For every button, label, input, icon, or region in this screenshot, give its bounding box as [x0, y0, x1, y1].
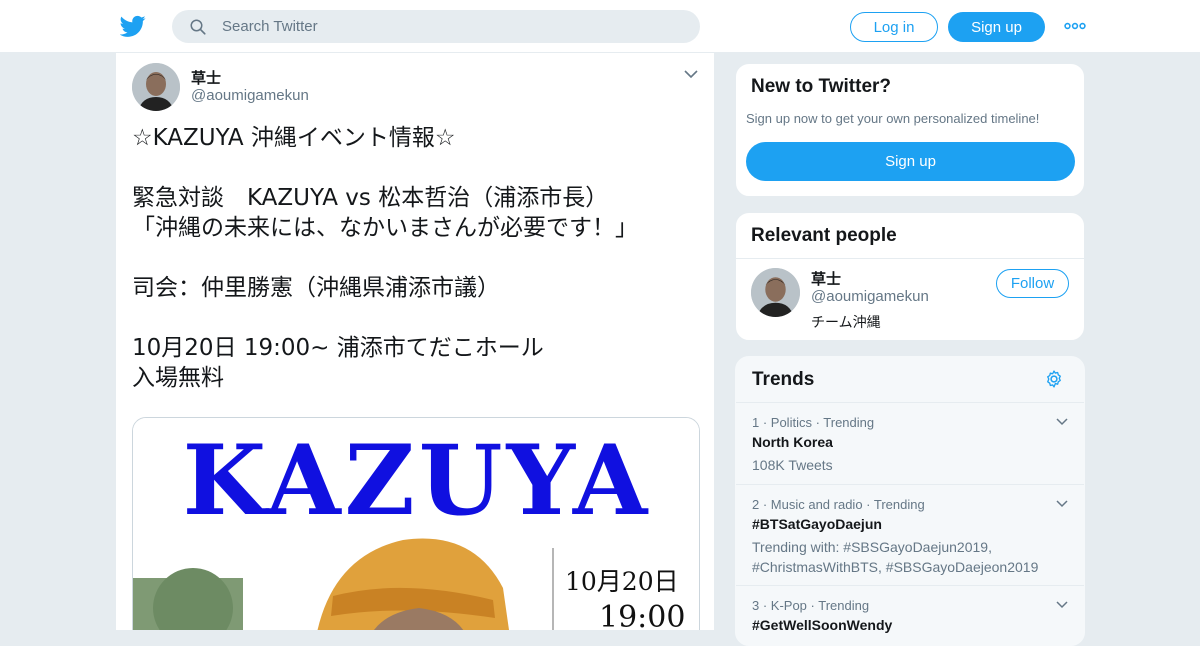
new-to-twitter-subtext: Sign up now to get your own personalized…	[746, 111, 1040, 126]
media-time-text: 19:00	[599, 600, 686, 630]
tweet-text: ☆KAZUYA 沖縄イベント情報☆ 緊急対談 KAZUYA vs 松本哲治（浦添…	[132, 125, 638, 391]
media-date-text: 10月20日	[565, 567, 679, 596]
media-title-text: KAZUYA	[182, 424, 652, 537]
chevron-down-icon[interactable]	[1056, 601, 1068, 609]
trend-meta: 3 · K-Pop · Trending	[752, 598, 870, 613]
relevant-people-card: Relevant people 草士 @aoumigamekun チーム沖縄 F…	[735, 212, 1085, 341]
trend-item[interactable]: 3 · K-Pop · Trending #GetWellSoonWendy	[736, 585, 1084, 645]
person-name[interactable]: 草士	[811, 268, 841, 289]
new-to-twitter-heading: New to Twitter?	[751, 76, 892, 97]
author-name[interactable]: 草士	[191, 67, 221, 88]
avatar-image	[751, 268, 800, 317]
login-button[interactable]: Log in	[850, 12, 938, 42]
search-bar[interactable]	[172, 10, 700, 43]
chevron-down-icon[interactable]	[1056, 500, 1068, 508]
search-icon	[190, 19, 206, 35]
trend-meta: 1 · Politics · Trending	[752, 415, 875, 430]
trends-card: Trends 1 · Politics · Trending North Kor…	[735, 356, 1085, 646]
signup-button[interactable]: Sign up	[948, 12, 1045, 42]
trend-name[interactable]: #GetWellSoonWendy	[752, 617, 892, 633]
avatar-image	[132, 63, 180, 111]
search-input[interactable]	[222, 18, 662, 35]
trends-heading: Trends	[752, 369, 815, 390]
person-handle[interactable]: @aoumigamekun	[811, 288, 929, 305]
trend-item[interactable]: 1 · Politics · Trending North Korea 108K…	[736, 402, 1084, 484]
author-handle[interactable]: @aoumigamekun	[191, 87, 309, 104]
trend-subtext: Trending with: #SBSGayoDaejun2019, #Chri…	[752, 539, 1039, 575]
twitter-bird-icon[interactable]	[120, 13, 146, 39]
relevant-people-heading: Relevant people	[751, 225, 897, 246]
trend-name[interactable]: North Korea	[752, 434, 833, 450]
person-bio: チーム沖縄	[811, 314, 881, 330]
chevron-down-icon[interactable]	[1056, 418, 1068, 426]
chevron-down-icon[interactable]	[684, 69, 698, 79]
top-navigation-bar: Log in Sign up	[0, 0, 1200, 53]
trend-item[interactable]: 2 · Music and radio · Trending #BTSatGay…	[736, 484, 1084, 585]
new-to-twitter-card: New to Twitter? Sign up now to get your …	[735, 63, 1085, 197]
trend-meta: 2 · Music and radio · Trending	[752, 497, 925, 512]
person-avatar[interactable]	[751, 268, 800, 317]
tweet-media-image[interactable]: KAZUYA 10月20日 19:00	[132, 417, 700, 630]
divider	[736, 258, 1084, 259]
trend-name[interactable]: #BTSatGayoDaejun	[752, 516, 882, 532]
trend-subtext: 108K Tweets	[752, 457, 833, 473]
gear-icon[interactable]	[1044, 369, 1064, 389]
follow-button[interactable]: Follow	[996, 269, 1069, 298]
more-dots-icon[interactable]	[1064, 18, 1086, 34]
sidebar-signup-button[interactable]: Sign up	[746, 142, 1075, 181]
tweet-detail: 草士 @aoumigamekun ☆KAZUYA 沖縄イベント情報☆ 緊急対談 …	[115, 53, 715, 630]
author-avatar[interactable]	[132, 63, 180, 111]
